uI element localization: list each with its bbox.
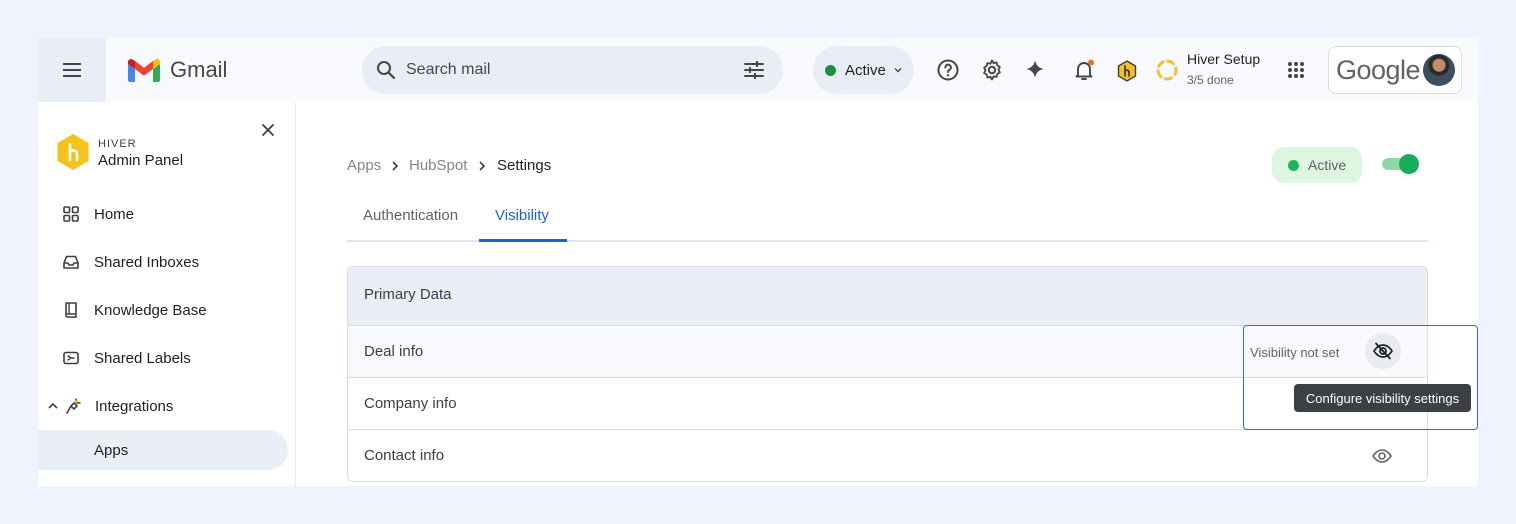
status-dot: [825, 64, 836, 76]
sidebar-item-label: Home: [94, 205, 135, 223]
table-header-label: Primary Data: [364, 286, 452, 303]
sidebar-item-label: Shared Inboxes: [94, 253, 200, 271]
main-menu-button[interactable]: [38, 38, 106, 102]
search-icon[interactable]: [374, 58, 398, 82]
plug-icon: [66, 398, 81, 414]
toggle-knob: [1399, 154, 1419, 174]
brand-name: HIVER: [98, 138, 137, 150]
status-label: Active: [845, 61, 886, 79]
book-icon: [65, 302, 77, 318]
setup-progress-text: 3/5 done: [1187, 73, 1234, 87]
settings-gear-icon[interactable]: [980, 58, 1004, 82]
google-apps-icon[interactable]: [1286, 60, 1306, 80]
chevron-down-icon: [894, 68, 902, 73]
row-label: Company info: [364, 395, 457, 412]
breadcrumb-apps[interactable]: Apps: [347, 157, 381, 174]
inbox-icon: [63, 255, 79, 269]
breadcrumb-hubspot[interactable]: HubSpot: [409, 157, 467, 174]
avatar: [1423, 54, 1455, 86]
status-badge-label: Active: [1308, 157, 1347, 173]
eye-icon[interactable]: [1371, 445, 1393, 467]
app-name: Gmail: [170, 57, 228, 82]
hiver-logo-icon: [57, 134, 89, 170]
sidebar-item-label: Shared Labels: [94, 349, 191, 367]
search-input[interactable]: [406, 56, 726, 84]
close-icon[interactable]: [260, 122, 276, 138]
top-bar: Gmail Active: [38, 38, 1478, 102]
highlight-frame: [1243, 325, 1478, 430]
google-wordmark: Google: [1336, 55, 1421, 85]
gemini-sparkle-icon[interactable]: [1023, 58, 1047, 82]
search-bar[interactable]: [362, 46, 783, 94]
sidebar-item-home[interactable]: Home: [38, 194, 288, 234]
table-header: Primary Data: [348, 267, 1427, 326]
integration-toggle[interactable]: [1382, 154, 1420, 174]
breadcrumb-settings: Settings: [497, 157, 552, 174]
hamburger-icon: [63, 63, 81, 77]
search-options-icon[interactable]: [742, 58, 766, 82]
tab-authentication[interactable]: Authentication: [363, 207, 458, 224]
status-badge: Active: [1272, 147, 1362, 183]
sidebar-item-label: Apps: [94, 441, 129, 459]
sidebar-item-label: Integrations: [95, 397, 174, 415]
setup-title[interactable]: Hiver Setup: [1187, 51, 1260, 67]
row-label: Deal info: [364, 343, 424, 360]
google-account-button[interactable]: Google: [1328, 46, 1462, 94]
status-dropdown[interactable]: Active: [813, 46, 914, 94]
sidebar-item-knowledge-base[interactable]: Knowledge Base: [38, 290, 288, 330]
app-window: Gmail Active: [38, 38, 1478, 486]
label-icon: [63, 351, 79, 365]
chevron-right-icon: [479, 161, 486, 171]
row-label: Contact info: [364, 447, 445, 464]
grid-icon: [63, 206, 79, 222]
sidebar-item-shared-inboxes[interactable]: Shared Inboxes: [38, 242, 288, 282]
active-tab-indicator: [479, 239, 567, 242]
setup-progress-icon[interactable]: [1155, 58, 1179, 82]
notification-bell-icon[interactable]: [1072, 58, 1096, 82]
sidebar-item-apps[interactable]: Apps: [38, 430, 288, 470]
hiver-extension-icon[interactable]: [1117, 60, 1137, 82]
panel-title: Admin Panel: [98, 152, 184, 169]
sidebar-item-shared-labels[interactable]: Shared Labels: [38, 338, 288, 378]
status-dot: [1288, 159, 1299, 171]
admin-sidebar: HIVER Admin Panel Home Shared Inboxes Kn…: [38, 102, 296, 486]
tooltip: Configure visibility settings: [1294, 384, 1471, 412]
chevron-right-icon: [392, 161, 399, 171]
gmail-logo-icon: [128, 58, 160, 82]
tab-visibility[interactable]: Visibility: [495, 207, 549, 224]
sidebar-item-integrations[interactable]: Integrations: [38, 386, 288, 426]
chevron-up-icon[interactable]: [47, 400, 59, 412]
help-icon[interactable]: [936, 58, 960, 82]
sidebar-item-label: Knowledge Base: [94, 301, 207, 319]
table-row-contact-info: Contact info: [348, 430, 1427, 481]
